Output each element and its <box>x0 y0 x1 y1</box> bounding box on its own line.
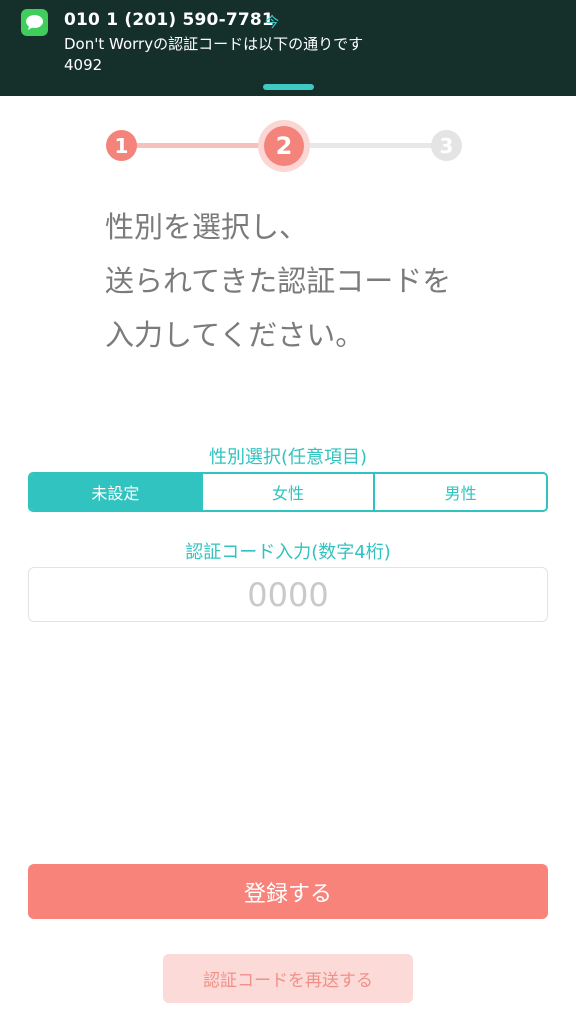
notification-code: 4092 <box>64 56 103 74</box>
step-1: 1 <box>106 130 137 161</box>
notification-sender: 010 1 (201) 590-7781 <box>64 10 274 30</box>
step-indicator: 1 2 3 <box>0 110 576 180</box>
step-2-current: 2 <box>264 126 304 166</box>
verification-code-input[interactable] <box>28 567 548 622</box>
register-button[interactable]: 登録する <box>28 864 548 919</box>
notification-banner[interactable]: 010 1 (201) 590-7781 今 Don't Worryの認証コード… <box>0 0 576 96</box>
gender-label: 性別選択(任意項目) <box>208 447 368 468</box>
gender-option-unset[interactable]: 未設定 <box>30 474 201 510</box>
instruction-line-1: 性別を選択し、 <box>105 210 309 244</box>
gender-option-male[interactable]: 男性 <box>373 474 546 510</box>
resend-code-button[interactable]: 認証コードを再送する <box>163 954 413 1003</box>
instruction-text: 性別を選択し、 送られてきた認証コードを 入力してください。 <box>105 200 525 362</box>
notification-drag-handle[interactable] <box>263 84 314 90</box>
gender-option-female[interactable]: 女性 <box>200 474 374 510</box>
messages-icon <box>21 9 48 36</box>
instruction-line-3: 入力してください。 <box>105 318 365 352</box>
notification-message: Don't Worryの認証コードは以下の通りです <box>64 35 364 53</box>
gender-segmented-control: 未設定 女性 男性 <box>28 472 548 512</box>
step-connector-1 <box>136 143 262 148</box>
code-label: 認証コード入力(数字4桁) <box>185 542 391 563</box>
step-connector-2 <box>308 143 434 148</box>
step-3: 3 <box>431 130 462 161</box>
instruction-line-2: 送られてきた認証コードを <box>105 264 452 298</box>
notification-time: 今 <box>265 15 279 31</box>
